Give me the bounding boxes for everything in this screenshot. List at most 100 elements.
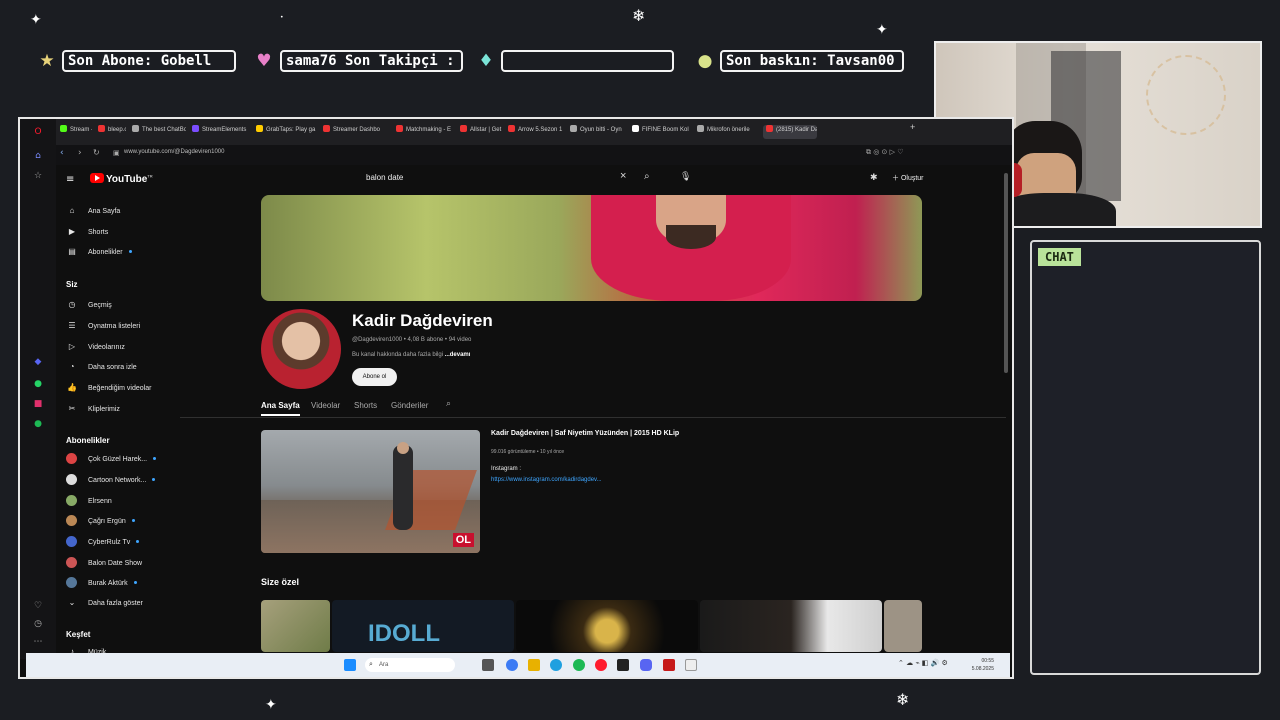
menu-icon[interactable]: ≡ [66, 174, 74, 185]
channel-search-icon[interactable]: ⌕ [446, 399, 451, 409]
browser-tab[interactable]: (2815) Kadir Dağdev [763, 125, 817, 139]
opera-icon[interactable]: O [33, 127, 43, 137]
tab-posts[interactable]: Gönderiler [391, 401, 428, 410]
featured-video-title[interactable]: Kadir Dağdeviren | Saf Niyetim Yüzünden … [491, 430, 679, 437]
terminal-icon[interactable] [617, 659, 629, 671]
sidebar-item[interactable]: ▶ Shorts [66, 227, 108, 236]
taskbar-search[interactable]: ⌕ Ara [365, 658, 455, 672]
tab-videos[interactable]: Videolar [311, 401, 340, 410]
browser-tab[interactable]: Streamer Dashbo [323, 125, 390, 139]
shelf-video-thumbnail[interactable] [261, 600, 330, 652]
taskbar-clock[interactable]: 00:55 5.08.2025 [972, 657, 994, 673]
copilot-icon[interactable] [506, 659, 518, 671]
channel-avatar-small [66, 495, 77, 506]
browser-tab[interactable]: Arrow 5.Sezon 1 [508, 125, 564, 139]
new-tab-icon[interactable]: + [910, 122, 915, 136]
windows-start-icon[interactable] [344, 659, 356, 671]
obs-icon[interactable] [663, 659, 675, 671]
browser-tab[interactable]: StreamElements [192, 125, 250, 139]
subscription-item[interactable]: Cartoon Network... [66, 474, 156, 485]
subscription-item[interactable]: Burak Aktürk [66, 577, 137, 588]
subscribe-button[interactable]: Abone ol [352, 368, 397, 386]
heart-rail-icon[interactable]: ♡ [33, 601, 43, 611]
shelf-video-thumbnail[interactable] [516, 600, 698, 652]
sidebar-item[interactable]: ▤ Abonelikler [66, 247, 132, 256]
subscription-item[interactable]: CyberRulz Tv [66, 536, 140, 547]
sidebar-item[interactable]: ▷ Videolarınız [66, 342, 125, 351]
discord-taskbar-icon[interactable] [640, 659, 652, 671]
sidebar-item-label: Beğendiğim videolar [88, 385, 152, 392]
show-more-button[interactable]: ⌄ Daha fazla göster [66, 598, 143, 607]
discord-icon[interactable]: ◆ [33, 357, 43, 367]
sidebar-subscriptions-header[interactable]: Abonelikler [66, 436, 110, 445]
home-rail-icon[interactable]: ⌂ [33, 151, 43, 161]
about-more-link[interactable]: ...devamı [445, 352, 471, 358]
shelf-video-thumbnail[interactable] [700, 600, 882, 652]
sidebar-you-header[interactable]: Siz [66, 280, 78, 289]
sidebar-item[interactable]: 👍 Beğendiğim videolar [66, 383, 151, 392]
browser-tab[interactable]: Stream - Kick Da [60, 125, 92, 139]
tab-favicon-icon [256, 125, 263, 132]
sidebar-item[interactable]: ◔ Daha sonra izle [66, 362, 137, 371]
featured-video-desc-label: Instagram : [491, 466, 522, 472]
cast-icon[interactable]: ✱ [870, 173, 878, 183]
page-scrollbar[interactable] [1004, 173, 1008, 373]
subscription-item[interactable]: Balon Date Show [66, 557, 142, 568]
featured-video-thumbnail[interactable]: OL [261, 430, 480, 553]
sidebar-explore-header[interactable]: Keşfet [66, 630, 90, 639]
forward-icon[interactable]: › [78, 148, 82, 158]
app-icon[interactable] [685, 659, 697, 671]
opera-taskbar-icon[interactable] [595, 659, 607, 671]
browser-tab[interactable]: The best ChatBot [132, 125, 186, 139]
subscription-item[interactable]: Çok Güzel Harek... [66, 453, 157, 464]
edge-icon[interactable] [550, 659, 562, 671]
subscription-item[interactable]: Çağrı Ergün [66, 515, 135, 526]
browser-tab[interactable]: FIFINE Boom Kol [632, 125, 691, 139]
search-input[interactable]: balon date [366, 173, 403, 182]
browser-tab[interactable]: bleep.com/x/xyyy [98, 125, 126, 139]
browser-tab[interactable]: Matchmaking - E [396, 125, 454, 139]
browser-tab[interactable]: GrabTaps: Play ga [256, 125, 317, 139]
sidebar-item[interactable]: ✂ Kliplerimiz [66, 404, 120, 413]
shelf-video-thumbnail[interactable]: IDOLL [332, 600, 514, 652]
browser-tab[interactable]: Oyun bitti - Oyn [570, 125, 626, 139]
browser-tab[interactable]: Allstar | Get your [460, 125, 502, 139]
whatsapp-icon[interactable]: ● [33, 379, 43, 389]
sidebar-item[interactable]: ☰ Oynatma listeleri [66, 321, 140, 330]
tab-shorts[interactable]: Shorts [354, 401, 377, 410]
instagram-icon[interactable]: ■ [33, 399, 43, 409]
star-rail-icon[interactable]: ☆ [33, 171, 43, 181]
search-box[interactable]: balon date × [360, 169, 640, 187]
file-explorer-icon[interactable] [528, 659, 540, 671]
clear-icon[interactable]: × [620, 170, 626, 182]
star-icon: ★ [39, 51, 55, 71]
mic-icon[interactable]: 🎙 [680, 172, 691, 182]
reload-icon[interactable]: ↻ [93, 148, 100, 157]
back-icon[interactable]: ‹ [60, 148, 64, 158]
sidebar-item[interactable]: ◷ Geçmiş [66, 300, 112, 309]
sidebar-item[interactable]: ⌂ Ana Sayfa [66, 206, 121, 215]
sidebar-item-label: Daha sonra izle [88, 364, 137, 371]
url-field[interactable]: www.youtube.com/@Dagdeviren1000 [124, 149, 224, 155]
tab-label: bleep.com/x/xyyy [108, 127, 126, 133]
browser-tab[interactable]: Mikrofon önerile [697, 125, 757, 139]
channel-about[interactable]: Bu kanal hakkında daha fazla bilgi ...de… [352, 352, 470, 358]
spotify-taskbar-icon[interactable] [573, 659, 585, 671]
show-more-label: Daha fazla göster [88, 600, 143, 607]
create-button[interactable]: ＋ Oluştur [892, 173, 924, 183]
system-tray-icons[interactable]: ⌃ ☁ ⌁ ◧ 🔊 ⚙ [898, 659, 948, 667]
shelf-video-thumbnail[interactable] [884, 600, 922, 652]
subscription-label: Çok Güzel Harek... [88, 456, 148, 463]
instagram-link[interactable]: https://www.instagram.com/kadirdagdev... [491, 477, 602, 483]
sidebar-item-label: Geçmiş [88, 302, 112, 309]
subscription-item[interactable]: Elrsenn [66, 495, 112, 506]
youtube-logo[interactable]: YouTubeTR [90, 173, 153, 185]
new-content-dot [152, 478, 156, 481]
tab-home[interactable]: Ana Sayfa [261, 401, 300, 416]
spotify-icon[interactable]: ● [33, 419, 43, 429]
more-rail-icon[interactable]: ⋯ [33, 637, 43, 647]
history-rail-icon[interactable]: ◷ [33, 619, 43, 629]
task-view-icon[interactable] [482, 659, 494, 671]
extensions-icon[interactable]: ⧉ ◎ ⊙ ▷ ♡ [866, 148, 904, 157]
search-icon[interactable]: ⌕ [644, 171, 650, 182]
